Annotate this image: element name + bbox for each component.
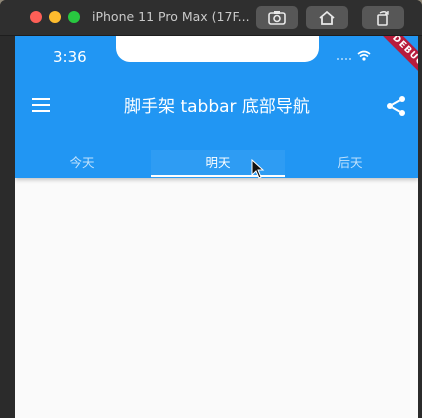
tab-bar: 今天 明天 后天 xyxy=(15,150,418,178)
window-titlebar: iPhone 11 Pro Max (17F... xyxy=(0,0,422,36)
camera-icon xyxy=(268,11,286,25)
minimize-window-button[interactable] xyxy=(49,11,61,23)
debug-banner: DEBUG xyxy=(364,36,418,95)
home-button[interactable] xyxy=(306,6,348,29)
device-notch xyxy=(116,36,319,62)
page-title: 脚手架 tabbar 底部导航 xyxy=(124,97,310,117)
rotate-icon xyxy=(377,10,389,26)
screenshot-button[interactable] xyxy=(256,6,298,29)
tab-day-after-tomorrow[interactable]: 后天 xyxy=(283,150,417,178)
signal-icon xyxy=(337,58,351,60)
menu-button[interactable] xyxy=(29,93,55,117)
share-icon[interactable] xyxy=(384,94,408,118)
mouse-cursor-icon xyxy=(251,159,265,179)
rotate-button[interactable] xyxy=(362,6,404,29)
app-bar: 3:36 DEBUG 脚手架 tabbar 底部导航 今天 明天 后天 xyxy=(15,36,418,179)
phone-screen: 3:36 DEBUG 脚手架 tabbar 底部导航 今天 明天 后天 xyxy=(15,36,418,418)
tab-today[interactable]: 今天 xyxy=(15,150,149,178)
status-icons xyxy=(337,50,371,61)
home-icon xyxy=(319,10,335,25)
simulator-window: iPhone 11 Pro Max (17F... 3:36 DEBUG 脚手架… xyxy=(0,0,422,418)
window-title: iPhone 11 Pro Max (17F... xyxy=(92,9,250,24)
wifi-icon xyxy=(357,50,371,61)
close-window-button[interactable] xyxy=(30,11,42,23)
status-time: 3:36 xyxy=(53,48,87,66)
maximize-window-button[interactable] xyxy=(68,11,80,23)
